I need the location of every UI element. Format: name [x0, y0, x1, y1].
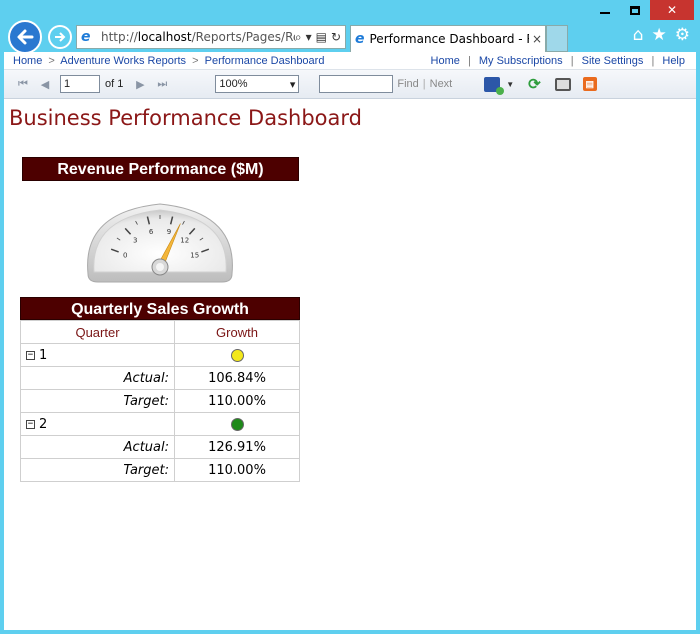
- indicator-cell: [174, 343, 300, 367]
- breadcrumb: Home > Adventure Works Reports > Perform…: [13, 55, 324, 67]
- chevron-down-icon: ▾: [289, 78, 296, 91]
- actual-label: Actual:: [20, 435, 175, 459]
- find-input[interactable]: [319, 75, 394, 93]
- home-icon[interactable]: ⌂: [633, 25, 644, 45]
- back-button[interactable]: [8, 20, 42, 54]
- site-links: Home | My Subscriptions | Site Settings …: [429, 55, 687, 67]
- back-arrow-icon: [17, 29, 34, 45]
- link-divider: |: [651, 54, 655, 67]
- gauge-tick-label: 6: [149, 228, 154, 236]
- table-header-row: Quarter Growth: [20, 320, 300, 344]
- link-divider: |: [467, 54, 471, 67]
- growth-column-header: Growth: [174, 320, 300, 344]
- breadcrumb-separator: >: [48, 54, 55, 67]
- table-row: Target: 110.00%: [20, 389, 300, 413]
- refresh-icon[interactable]: ↻: [331, 30, 341, 45]
- forward-arrow-icon: [55, 32, 66, 42]
- forward-button[interactable]: [48, 25, 72, 49]
- settings-gear-icon[interactable]: ⚙: [675, 25, 690, 45]
- breadcrumb-separator: >: [192, 54, 199, 67]
- page-count-label: of 1: [105, 78, 124, 90]
- table-row-quarter-2: −2: [20, 412, 300, 436]
- table-row: Target: 110.00%: [20, 458, 300, 482]
- actual-value: 106.84%: [174, 366, 300, 390]
- table-row: Actual: 126.91%: [20, 435, 300, 459]
- quarter-column-header: Quarter: [20, 320, 175, 344]
- report-toolbar: ⏮ ◀ 1 of 1 ▶ ⏭ 100% ▾ Find | Next ▼ ⟳ ▤: [4, 70, 696, 99]
- print-icon[interactable]: [554, 77, 571, 91]
- gauge-tick-label: 0: [123, 251, 127, 259]
- gauge-tick-label: 12: [180, 237, 189, 245]
- actual-value: 126.91%: [174, 435, 300, 459]
- quarter-label: 2: [39, 416, 48, 432]
- gauge-tick-label: 9: [167, 228, 171, 236]
- breadcrumb-home-link[interactable]: Home: [13, 55, 42, 67]
- quarter-cell: −1: [20, 343, 175, 367]
- search-icon[interactable]: ⌕: [295, 30, 302, 45]
- page-number-input[interactable]: 1: [60, 75, 100, 93]
- report-manager-header: Home > Adventure Works Reports > Perform…: [4, 52, 696, 70]
- collapse-toggle-icon[interactable]: −: [26, 419, 35, 429]
- quarter-cell: −2: [20, 412, 175, 436]
- report-title: Business Performance Dashboard: [9, 106, 362, 130]
- home-link[interactable]: Home: [431, 55, 460, 67]
- window-controls: ✕: [590, 0, 694, 20]
- page-viewport: Home > Adventure Works Reports > Perform…: [4, 52, 696, 630]
- favorites-star-icon[interactable]: ★: [652, 25, 667, 45]
- atom-feed-icon[interactable]: ▤: [582, 77, 597, 91]
- target-label: Target:: [20, 458, 175, 482]
- help-link[interactable]: Help: [662, 55, 685, 67]
- target-value: 110.00%: [174, 389, 300, 413]
- status-indicator-icon: [230, 417, 244, 431]
- url-text: http://localhost/Reports/Pages/Rep: [101, 30, 295, 44]
- link-divider: |: [570, 54, 574, 67]
- find-next-link[interactable]: Next: [430, 78, 453, 90]
- find-link[interactable]: Find: [397, 78, 418, 90]
- breadcrumb-current[interactable]: Performance Dashboard: [205, 55, 325, 67]
- export-dropdown-icon[interactable]: ▼: [506, 80, 514, 89]
- quarter-label: 1: [39, 347, 48, 363]
- growth-table: Quarter Growth −1 Actual: 106.84% Target…: [20, 320, 300, 482]
- actual-label: Actual:: [20, 366, 175, 390]
- compatibility-view-icon[interactable]: ▤: [316, 30, 327, 45]
- export-save-icon[interactable]: [484, 76, 505, 95]
- collapse-toggle-icon[interactable]: −: [26, 350, 35, 360]
- refresh-report-icon[interactable]: ⟳: [528, 75, 541, 93]
- table-row: Actual: 106.84%: [20, 366, 300, 390]
- table-row-quarter-1: −1: [20, 343, 300, 367]
- previous-page-icon[interactable]: ◀: [34, 78, 56, 91]
- zoom-select[interactable]: 100% ▾: [215, 75, 300, 93]
- quarterly-growth-header: Quarterly Sales Growth: [20, 297, 300, 320]
- tab-close-icon[interactable]: ×: [529, 32, 545, 46]
- dropdown-arrow-icon[interactable]: ▾: [306, 30, 312, 45]
- browser-nav-bar: e http://localhost/Reports/Pages/Rep ⌕ ▾…: [0, 20, 700, 54]
- new-tab-button[interactable]: [546, 25, 568, 52]
- first-page-icon[interactable]: ⏮: [12, 78, 34, 91]
- gauge-tick-label: 15: [190, 251, 199, 259]
- breadcrumb-folder-link[interactable]: Adventure Works Reports: [60, 55, 186, 67]
- quarterly-sales-growth-table: Quarterly Sales Growth Quarter Growth −1…: [20, 297, 300, 482]
- ie-logo-icon: e: [81, 29, 91, 45]
- target-value: 110.00%: [174, 458, 300, 482]
- subscriptions-link[interactable]: My Subscriptions: [479, 55, 563, 67]
- zoom-value: 100%: [219, 78, 248, 90]
- next-page-icon[interactable]: ▶: [129, 78, 151, 91]
- browser-tab[interactable]: e Performance Dashboard - R... ×: [350, 25, 546, 52]
- maximize-button[interactable]: [620, 0, 650, 20]
- indicator-cell: [174, 412, 300, 436]
- revenue-performance-header: Revenue Performance ($M): [22, 157, 299, 181]
- find-divider: |: [422, 78, 426, 90]
- gauge-tick-label: 3: [133, 237, 137, 245]
- tab-title: Performance Dashboard - R...: [369, 32, 530, 46]
- site-settings-link[interactable]: Site Settings: [582, 55, 644, 67]
- minimize-button[interactable]: [590, 0, 620, 20]
- address-bar[interactable]: e http://localhost/Reports/Pages/Rep ⌕ ▾…: [76, 25, 346, 49]
- close-window-button[interactable]: ✕: [650, 0, 694, 20]
- revenue-gauge: 03 6 9 1215: [87, 203, 233, 283]
- status-indicator-icon: [230, 348, 244, 362]
- ie-tab-icon: e: [355, 31, 365, 47]
- last-page-icon[interactable]: ⏭: [151, 78, 173, 91]
- target-label: Target:: [20, 389, 175, 413]
